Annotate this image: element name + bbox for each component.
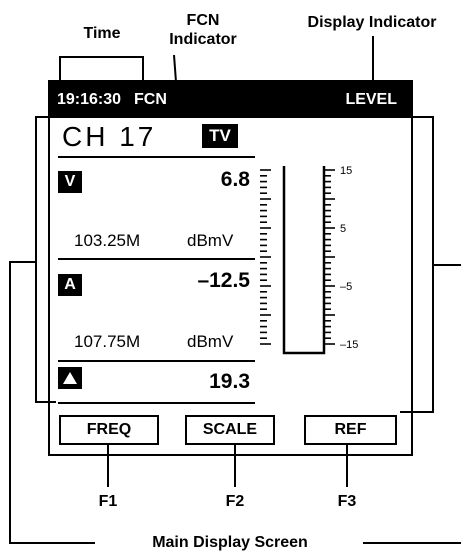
time-bracket [59,56,144,80]
callout-lines [9,36,461,544]
bar-graph-bracket [400,116,434,413]
readout-bracket [35,116,56,403]
fcn-leader [173,54,177,83]
